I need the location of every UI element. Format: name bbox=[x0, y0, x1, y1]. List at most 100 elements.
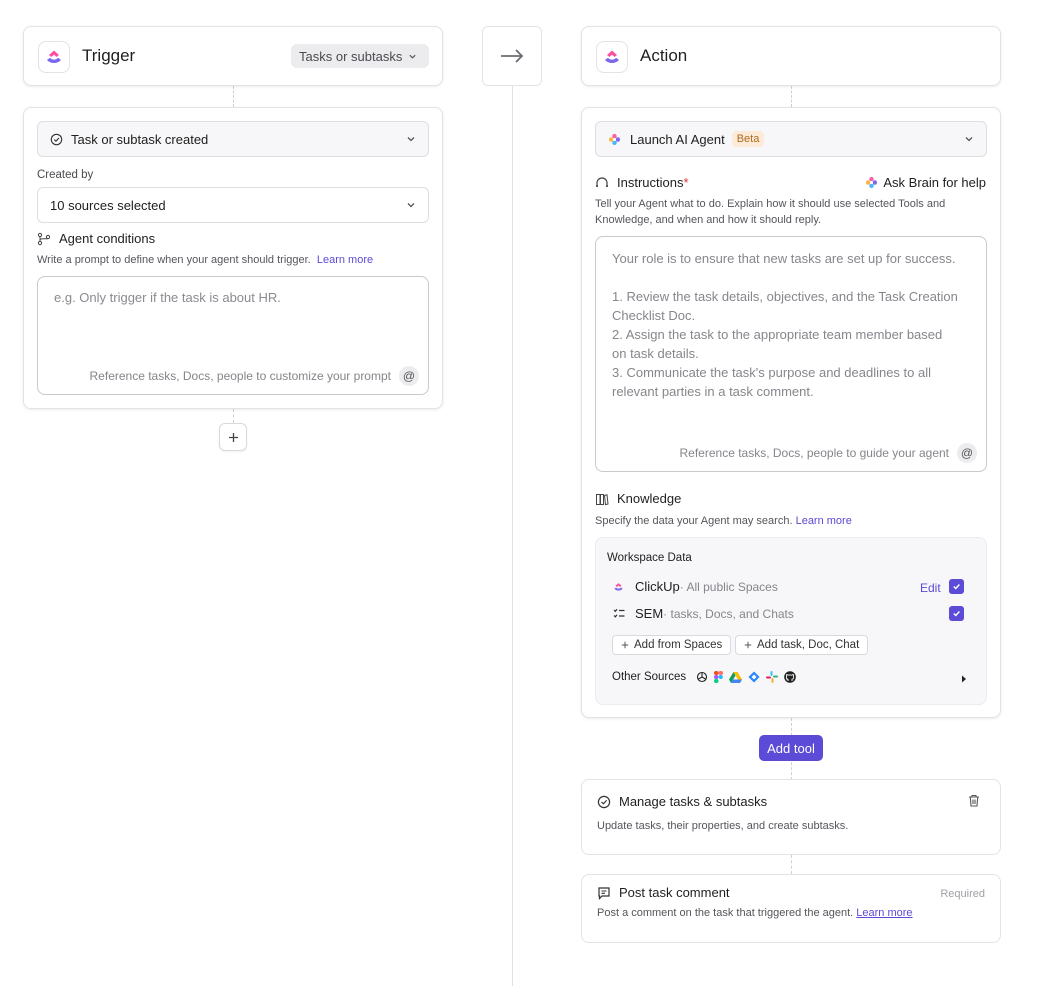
plus-icon bbox=[228, 432, 238, 442]
flow-arrow bbox=[482, 26, 542, 86]
comment-icon bbox=[598, 886, 610, 900]
ask-brain-button[interactable]: Ask Brain for help bbox=[865, 175, 986, 190]
chevron-down-icon bbox=[407, 137, 415, 142]
required-tag: Required bbox=[940, 888, 985, 900]
action-select-label: Launch AI Agent bbox=[630, 131, 725, 147]
ai-brain-icon bbox=[866, 176, 878, 189]
add-tool-button[interactable]: Add tool bbox=[759, 735, 823, 761]
source-checkbox[interactable] bbox=[949, 579, 964, 594]
other-sources-row[interactable]: Other Sources bbox=[612, 671, 796, 683]
caret-right-icon[interactable] bbox=[961, 675, 967, 683]
tool-description: Post a comment on the task that triggere… bbox=[597, 905, 913, 921]
figma-icon bbox=[714, 671, 724, 683]
github-icon bbox=[784, 671, 796, 683]
plus-icon bbox=[621, 641, 629, 649]
instructions-reference-hint: Reference tasks, Docs, people to guide y… bbox=[679, 443, 977, 463]
action-select[interactable]: Launch AI Agent Beta bbox=[595, 121, 987, 157]
tool-description-text: Post a comment on the task that triggere… bbox=[597, 907, 854, 919]
source-detail: · tasks, Docs, and Chats bbox=[663, 607, 794, 621]
agent-conditions-helper: Write a prompt to define when your agent… bbox=[37, 252, 373, 268]
created-by-value: 10 sources selected bbox=[50, 197, 166, 213]
instructions-line: 1. Review the task details, objectives, … bbox=[612, 289, 958, 304]
agent-conditions-helper-text: Write a prompt to define when your agent… bbox=[37, 254, 311, 266]
connector-line bbox=[791, 86, 792, 107]
learn-more-link[interactable]: Learn more bbox=[317, 254, 373, 266]
source-checkbox[interactable] bbox=[949, 606, 964, 621]
knowledge-heading: Knowledge bbox=[595, 491, 681, 506]
action-body-card: Launch AI Agent Beta Instructions* Ask B… bbox=[581, 107, 1001, 718]
google-drive-icon bbox=[729, 671, 743, 683]
instructions-line: on task details. bbox=[612, 346, 699, 361]
add-task-doc-chat-button[interactable]: Add task, Doc, Chat bbox=[735, 635, 869, 655]
mention-icon[interactable]: @ bbox=[957, 443, 977, 463]
books-icon bbox=[596, 493, 609, 505]
ai-brain-icon bbox=[608, 133, 621, 145]
mention-icon[interactable]: @ bbox=[399, 366, 419, 386]
clickup-logo-icon bbox=[38, 41, 70, 73]
ask-brain-label: Ask Brain for help bbox=[883, 175, 986, 190]
trigger-title: Trigger bbox=[82, 46, 136, 65]
connector-line bbox=[233, 409, 234, 423]
tool-card-manage-tasks[interactable]: Manage tasks & subtasks Update tasks, th… bbox=[581, 779, 1001, 855]
trigger-body-card: Task or subtask created Created by 10 so… bbox=[23, 107, 443, 409]
add-from-spaces-label: Add from Spaces bbox=[634, 639, 723, 651]
arrow-right-icon bbox=[501, 49, 524, 63]
tool-title: Post task comment bbox=[619, 885, 730, 900]
instructions-heading: Instructions* bbox=[595, 175, 689, 190]
jira-icon bbox=[748, 671, 760, 683]
instructions-line: relevant parties in a task comment. bbox=[612, 384, 814, 399]
edit-source-link[interactable]: Edit bbox=[920, 581, 941, 595]
source-row-sem: SEM· tasks, Docs, and Chats bbox=[613, 606, 794, 621]
knowledge-title: Knowledge bbox=[617, 491, 682, 506]
connector-line bbox=[233, 86, 234, 107]
required-asterisk: * bbox=[683, 175, 689, 190]
connector-line bbox=[791, 855, 792, 874]
instructions-line: 2. Assign the task to the appropriate te… bbox=[612, 327, 943, 342]
scope-dropdown[interactable]: Tasks or subtasks bbox=[291, 44, 429, 68]
conditions-prompt-placeholder: e.g. Only trigger if the task is about H… bbox=[54, 290, 281, 305]
created-by-select[interactable]: 10 sources selected bbox=[37, 187, 429, 223]
knowledge-helper: Specify the data your Agent may search. … bbox=[595, 513, 852, 529]
chevron-down-icon bbox=[965, 137, 973, 142]
conditions-prompt-input[interactable]: e.g. Only trigger if the task is about H… bbox=[37, 276, 429, 395]
other-sources-label: Other Sources bbox=[612, 671, 687, 683]
prompt-reference-hint-text: Reference tasks, Docs, people to customi… bbox=[89, 369, 391, 383]
headset-icon bbox=[596, 176, 608, 187]
workspace-data-title: Workspace Data bbox=[607, 552, 692, 564]
created-by-label: Created by bbox=[37, 169, 94, 181]
instructions-title: Instructions bbox=[617, 175, 684, 190]
instructions-text: Your role is to ensure that new tasks ar… bbox=[612, 249, 977, 401]
slack-icon bbox=[766, 671, 779, 683]
check-circle-icon bbox=[50, 133, 63, 145]
instructions-line: Your role is to ensure that new tasks ar… bbox=[612, 251, 956, 266]
workspace-data-panel: Workspace Data ClickUp· All public Space… bbox=[595, 537, 987, 705]
chevron-down-icon bbox=[407, 203, 415, 208]
trigger-event-select[interactable]: Task or subtask created bbox=[37, 121, 429, 157]
clickup-logo-icon bbox=[614, 582, 623, 591]
trigger-event-label: Task or subtask created bbox=[71, 131, 209, 147]
prompt-reference-hint: Reference tasks, Docs, people to customi… bbox=[90, 366, 419, 386]
source-row-clickup: ClickUp· All public Spaces bbox=[613, 579, 778, 594]
source-name: ClickUp bbox=[635, 579, 680, 594]
tool-description: Update tasks, their properties, and crea… bbox=[597, 820, 849, 832]
add-step-button[interactable] bbox=[219, 423, 247, 451]
trash-icon[interactable] bbox=[968, 794, 980, 807]
instructions-input[interactable]: Your role is to ensure that new tasks ar… bbox=[595, 236, 987, 472]
instructions-helper: Tell your Agent what to do. Explain how … bbox=[595, 198, 946, 226]
source-detail: · All public Spaces bbox=[679, 580, 778, 594]
instructions-line: Checklist Doc. bbox=[612, 308, 696, 323]
beta-badge: Beta bbox=[731, 131, 765, 147]
add-from-spaces-button[interactable]: Add from Spaces bbox=[612, 635, 732, 655]
action-header-card: Action bbox=[581, 26, 1001, 86]
learn-more-link[interactable]: Learn more bbox=[856, 907, 912, 919]
instructions-reference-hint-text: Reference tasks, Docs, people to guide y… bbox=[679, 446, 950, 460]
source-name: SEM bbox=[635, 606, 664, 621]
chevron-down-icon bbox=[409, 54, 416, 59]
knowledge-helper-text: Specify the data your Agent may search. bbox=[595, 515, 793, 527]
tool-card-post-comment[interactable]: Post task comment Required Post a commen… bbox=[581, 874, 1001, 943]
agent-conditions-heading: Agent conditions bbox=[37, 231, 155, 246]
learn-more-link[interactable]: Learn more bbox=[796, 515, 852, 527]
checklist-icon bbox=[613, 608, 625, 618]
checkmark-icon bbox=[953, 611, 960, 617]
action-title: Action bbox=[640, 46, 688, 65]
